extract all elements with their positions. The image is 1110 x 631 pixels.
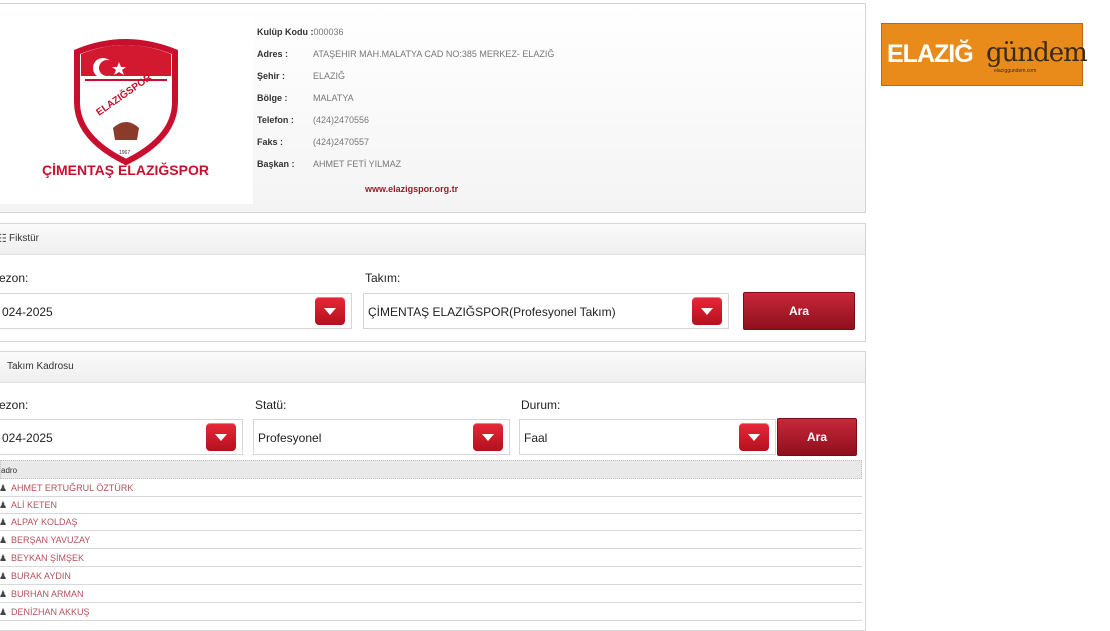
player-link[interactable]: ALPAY KOLDAŞ — [11, 517, 78, 527]
info-value: ELAZIĞ — [313, 71, 346, 81]
table-row[interactable]: ♟ ALPAY KOLDAŞ — [0, 514, 862, 531]
club-website-link[interactable]: www.elazigspor.org.tr — [365, 184, 458, 194]
squad-state-select[interactable]: Faal — [519, 419, 776, 455]
fixture-team-select[interactable]: ÇİMENTAŞ ELAZIĞSPOR(Profesyonel Takım) — [363, 293, 729, 329]
club-code-label: Kulüp Kodu : — [257, 27, 314, 37]
info-value: AHMET FETİ YILMAZ — [313, 159, 402, 169]
club-phone-row: Telefon : (424)2470556 — [257, 115, 369, 125]
table-row[interactable]: ♟ DENİZHAN AKKUŞ — [0, 604, 862, 621]
table-row[interactable]: ♟ AHMET ERTUĞRUL ÖZTÜRK — [0, 480, 862, 497]
info-key: Telefon : — [257, 115, 294, 125]
player-link[interactable]: ALİ KETEN — [11, 500, 57, 510]
squad-state-value: Faal — [524, 431, 548, 445]
club-code-row: Kulüp Kodu :000036 — [257, 27, 344, 37]
squad-status-label: Statü: — [255, 398, 287, 412]
club-president-row: Başkan : AHMET FETİ YILMAZ — [257, 159, 401, 169]
squad-title: Takım Kadrosu — [7, 361, 74, 372]
fixture-season-select[interactable]: 024-2025 — [0, 293, 352, 329]
source-logo-right: gündem — [986, 38, 1088, 68]
player-icon: ♟ — [0, 517, 8, 527]
info-key: Başkan : — [257, 159, 295, 169]
roster-header-label: adro — [1, 466, 18, 475]
info-key: Bölge : — [257, 93, 288, 103]
fixture-search-button[interactable]: Ara — [743, 292, 855, 330]
fixture-header: ☷ Fikstür — [0, 224, 865, 255]
club-fax-row: Faks : (424)2470557 — [257, 137, 369, 147]
info-value: MALATYA — [313, 93, 354, 103]
club-logo: ELAZIĞSPOR 1967 ÇİMENTAŞ ELAZIĞSPOR — [0, 16, 253, 204]
club-address-row: Adres : ATAŞEHIR MAH.MALATYA CAD NO:385 M… — [257, 49, 554, 59]
squad-season-select[interactable]: 024-2025 — [0, 419, 243, 455]
club-name: ÇİMENTAŞ ELAZIĞSPOR — [42, 162, 209, 178]
info-value: (424)2470556 — [313, 115, 370, 125]
svg-text:1967: 1967 — [119, 150, 130, 156]
player-link[interactable]: BEYKAN ŞİMŞEK — [11, 553, 84, 563]
player-icon: ♟ — [0, 500, 8, 510]
chevron-down-icon[interactable] — [315, 297, 345, 325]
calendar-icon: ☷ — [0, 233, 7, 245]
chevron-down-icon[interactable] — [206, 423, 236, 451]
table-row[interactable]: ♟ BERŞAN YAVUZAY — [0, 532, 862, 549]
player-icon: ♟ — [0, 553, 8, 563]
table-row[interactable]: ♟ ALİ KETEN — [0, 497, 862, 514]
squad-state-label: Durum: — [521, 398, 561, 412]
player-icon: ♟ — [0, 535, 8, 545]
player-icon: ♟ — [0, 483, 8, 493]
source-logo-tagline: elazıggundem.com — [994, 68, 1037, 74]
fixture-panel: ☷ Fikstür ezon: 024-2025 Takım: ÇİMENTAŞ… — [0, 223, 866, 342]
info-value: (424)2470557 — [313, 137, 370, 147]
squad-status-select[interactable]: Profesyonel — [253, 419, 510, 455]
fixture-title: Fikstür — [9, 233, 39, 244]
squad-season-value: 024-2025 — [2, 431, 53, 445]
club-city-row: Şehir : ELAZIĞ — [257, 71, 345, 81]
player-icon: ♟ — [0, 571, 8, 581]
player-link[interactable]: BERŞAN YAVUZAY — [11, 535, 90, 545]
player-link[interactable]: BURHAN ARMAN — [11, 589, 84, 599]
fixture-team-value: ÇİMENTAŞ ELAZIĞSPOR(Profesyonel Takım) — [368, 305, 616, 319]
chevron-down-icon[interactable] — [692, 297, 722, 325]
club-region-row: Bölge : MALATYA — [257, 93, 354, 103]
source-logo-left: ELAZIĞ — [887, 40, 974, 68]
player-link[interactable]: DENİZHAN AKKUŞ — [11, 607, 90, 617]
fixture-season-label: ezon: — [0, 271, 29, 285]
roster-table-header: adro — [0, 460, 862, 479]
squad-search-button[interactable]: Ara — [777, 418, 857, 456]
table-row[interactable]: ♟ BURHAN ARMAN — [0, 586, 862, 603]
player-icon: ♟ — [0, 589, 8, 599]
club-code-value: 000036 — [313, 27, 344, 37]
squad-status-value: Profesyonel — [258, 431, 322, 445]
table-row[interactable]: ♟ BEYKAN ŞİMŞEK — [0, 550, 862, 567]
fixture-season-value: 024-2025 — [2, 305, 53, 319]
info-key: Şehir : — [257, 71, 286, 81]
club-info-panel: ELAZIĞSPOR 1967 ÇİMENTAŞ ELAZIĞSPOR Kulü… — [0, 3, 866, 213]
squad-header: Takım Kadrosu — [0, 352, 865, 383]
squad-season-label: ezon: — [0, 398, 29, 412]
info-value: ATAŞEHIR MAH.MALATYA CAD NO:385 MERKEZ- … — [313, 49, 555, 59]
source-logo: ELAZIĞ gündem elazıggundem.com — [881, 23, 1088, 86]
player-link[interactable]: AHMET ERTUĞRUL ÖZTÜRK — [11, 483, 133, 493]
info-key: Adres : — [257, 49, 289, 59]
chevron-down-icon[interactable] — [739, 423, 769, 451]
chevron-down-icon[interactable] — [473, 423, 503, 451]
table-row[interactable]: ♟ BURAK AYDIN — [0, 568, 862, 585]
fixture-team-label: Takım: — [365, 271, 401, 285]
player-link[interactable]: BURAK AYDIN — [11, 571, 71, 581]
info-key: Faks : — [257, 137, 284, 147]
player-icon: ♟ — [0, 607, 8, 617]
